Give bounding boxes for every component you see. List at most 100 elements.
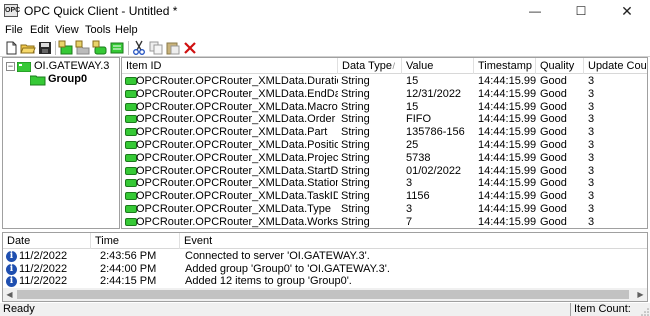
cell-quality: Good — [540, 139, 567, 151]
list-item[interactable]: OPCRouter.OPCRouter_XMLData.Type String 3 1… — [122, 203, 647, 215]
delete-icon[interactable] — [182, 40, 198, 56]
menu-view[interactable]: View — [55, 24, 79, 36]
event-log-header: Date Time Event — [3, 233, 647, 249]
cell-event: Added 12 items to group 'Group0'. — [185, 275, 352, 287]
log-entry[interactable]: i 11/2/2022 2:44:15 PM Added 12 items to gr… — [3, 275, 647, 288]
scroll-right-icon[interactable]: ▶ — [634, 288, 647, 301]
menu-file[interactable]: File — [5, 24, 23, 36]
cell-update-count: 3 — [588, 177, 595, 190]
resize-grip-icon[interactable] — [641, 307, 649, 316]
properties-icon[interactable] — [109, 40, 125, 56]
status-text: Ready — [3, 303, 35, 315]
list-item[interactable]: OPCRouter.OPCRouter_XMLData.Project Strin… — [122, 151, 647, 164]
menu-tools[interactable]: Tools — [85, 24, 111, 36]
window-title: OPC Quick Client - Untitled * — [24, 4, 178, 18]
column-date[interactable]: Date — [3, 233, 91, 249]
cell-update-count: 3 — [588, 151, 595, 164]
event-log: Date Time Event i 11/2/2022 2:43:56 PM Conn… — [2, 232, 648, 302]
list-item[interactable]: OPCRouter.OPCRouter_XMLData.StartDate Str… — [122, 164, 647, 177]
cell-event: Connected to server 'OI.GATEWAY.3'. — [185, 250, 370, 262]
cell-timestamp: 14:44:15.990 — [478, 151, 536, 164]
item-count: Item Count: 12 — [570, 303, 640, 316]
items-list-header: Item ID Data Type / Value Timestamp Quali… — [122, 58, 647, 74]
cell-value: 15 — [406, 100, 419, 113]
title-bar: OPC OPC Quick Client - Untitled * — ☐ ✕ — [0, 0, 650, 22]
column-item-id[interactable]: Item ID — [122, 58, 338, 74]
cell-update-count: 3 — [588, 215, 595, 228]
cell-update-count: 3 — [588, 87, 595, 100]
scrollbar-thumb[interactable] — [17, 290, 629, 299]
cell-data-type: String — [341, 100, 370, 113]
list-item[interactable]: OPCRouter.OPCRouter_XMLData.Part String 13… — [122, 126, 647, 139]
column-update-count[interactable]: Update Count — [584, 58, 647, 74]
cell-data-type: String — [341, 151, 370, 164]
copy-icon[interactable] — [148, 40, 164, 56]
cell-update-count: 3 — [588, 100, 595, 113]
menu-bar: File Edit View Tools Help — [0, 22, 650, 39]
log-entry[interactable]: i 11/2/2022 2:43:56 PM Connected to server … — [3, 250, 647, 263]
cut-icon[interactable] — [131, 40, 147, 56]
column-data-type[interactable]: Data Type / — [338, 58, 402, 74]
column-time[interactable]: Time — [91, 233, 180, 249]
paste-icon[interactable] — [165, 40, 181, 56]
toolbar-separator — [128, 41, 129, 55]
cell-update-count: 3 — [588, 203, 595, 215]
cell-date: 11/2/2022 — [19, 250, 68, 262]
cell-value: 15 — [406, 75, 419, 87]
cell-quality: Good — [540, 177, 567, 190]
app-icon: OPC — [4, 4, 20, 17]
cell-data-type: String — [341, 164, 370, 177]
open-folder-icon[interactable] — [20, 40, 36, 56]
column-value[interactable]: Value — [402, 58, 474, 74]
list-item[interactable]: OPCRouter.OPCRouter_XMLData.Position Stri… — [122, 139, 647, 151]
scroll-left-icon[interactable]: ◀ — [3, 288, 16, 301]
cell-data-type: String — [341, 177, 370, 190]
cell-quality: Good — [540, 113, 567, 126]
info-icon: i — [6, 276, 17, 287]
cell-date: 11/2/2022 — [19, 275, 68, 287]
cell-value: 7 — [406, 215, 413, 228]
cell-item-id: OPCRouter.OPCRouter_XMLData.Part — [136, 126, 328, 139]
tree-collapse-toggle[interactable]: − — [6, 62, 15, 71]
minimize-button[interactable]: — — [512, 0, 558, 22]
close-button[interactable]: ✕ — [604, 0, 650, 22]
list-item[interactable]: OPCRouter.OPCRouter_XMLData.Duration Stri… — [122, 75, 647, 87]
new-item-icon[interactable] — [92, 40, 108, 56]
cell-time: 2:44:00 PM — [100, 262, 157, 275]
new-group-icon[interactable] — [75, 40, 91, 56]
column-event[interactable]: Event — [180, 233, 647, 249]
log-entry[interactable]: i 11/2/2022 2:44:00 PM Added group 'Group0'… — [3, 262, 647, 276]
list-item[interactable]: OPCRouter.OPCRouter_XMLData.EndDate Strin… — [122, 87, 647, 100]
cell-value: 5738 — [406, 151, 431, 164]
cell-timestamp: 14:44:15.990 — [478, 75, 536, 87]
cell-quality: Good — [540, 75, 567, 87]
maximize-button[interactable]: ☐ — [558, 0, 604, 22]
save-icon[interactable] — [37, 40, 53, 56]
cell-data-type: String — [341, 215, 370, 228]
menu-edit[interactable]: Edit — [30, 24, 49, 36]
tree-group-label[interactable]: Group0 — [48, 73, 87, 85]
cell-data-type: String — [341, 126, 370, 139]
list-item[interactable]: OPCRouter.OPCRouter_XMLData.Order String F… — [122, 113, 647, 126]
new-icon[interactable] — [3, 40, 19, 56]
list-item[interactable]: OPCRouter.OPCRouter_XMLData.MacroWorkste… — [122, 100, 647, 113]
cell-data-type: String — [341, 75, 370, 87]
column-timestamp[interactable]: Timestamp — [474, 58, 536, 74]
list-item[interactable]: OPCRouter.OPCRouter_XMLData.Workstep Stri… — [122, 215, 647, 228]
list-item[interactable]: OPCRouter.OPCRouter_XMLData.StationID Str… — [122, 177, 647, 190]
status-bar: Ready Item Count: 12 — [0, 303, 650, 316]
event-log-scrollbar[interactable]: ◀ ▶ — [3, 288, 647, 301]
cell-item-id: OPCRouter.OPCRouter_XMLData.EndDate — [136, 87, 338, 100]
cell-quality: Good — [540, 164, 567, 177]
toolbar-separator — [55, 41, 56, 55]
tree-server-label[interactable]: OI.GATEWAY.3 — [34, 60, 109, 72]
list-item[interactable]: OPCRouter.OPCRouter_XMLData.TaskID String… — [122, 190, 647, 203]
cell-timestamp: 14:44:15.990 — [478, 190, 536, 203]
cell-data-type: String — [341, 113, 370, 126]
cell-quality: Good — [540, 87, 567, 100]
cell-update-count: 3 — [588, 126, 595, 139]
new-server-icon[interactable] — [58, 40, 74, 56]
menu-help[interactable]: Help — [115, 24, 138, 36]
cell-value: FIFO — [406, 113, 432, 126]
column-quality[interactable]: Quality — [536, 58, 584, 74]
